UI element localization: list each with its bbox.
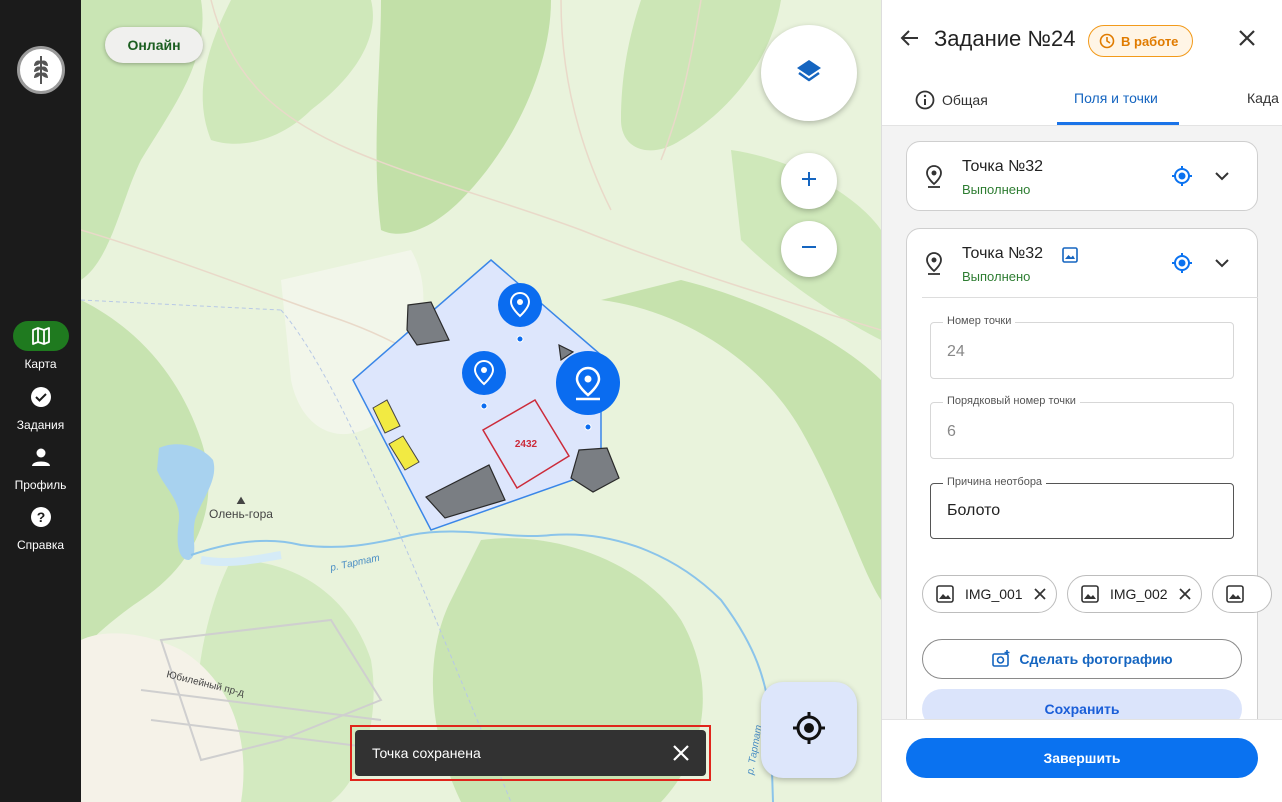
tab-general[interactable]: Общая [915, 90, 988, 110]
image-icon [1061, 246, 1079, 269]
online-status-chip[interactable]: Онлайн [105, 27, 203, 63]
tab-label: Када [1247, 90, 1279, 106]
close-icon[interactable] [1235, 26, 1259, 50]
chevron-down-icon[interactable] [1211, 165, 1233, 187]
tab-fields-points[interactable]: Поля и точки [1074, 90, 1158, 106]
person-icon [13, 442, 69, 472]
my-location-button[interactable] [761, 682, 857, 778]
nav-label-tasks: Задания [16, 418, 65, 432]
location-pin-icon [923, 251, 945, 275]
photo-chip-partial[interactable] [1212, 575, 1272, 613]
status-badge: В работе [1088, 25, 1194, 57]
back-arrow-icon[interactable] [898, 26, 922, 50]
tab-label: Общая [942, 92, 988, 108]
check-circle-icon [13, 382, 69, 412]
panel-header: Задание №24 В работе Общая Поля и точки … [882, 0, 1282, 126]
nav-item-tasks[interactable]: Задания [0, 382, 81, 432]
photo-chip-label: IMG_002 [1110, 586, 1168, 602]
clock-icon [1099, 33, 1115, 49]
chevron-down-icon[interactable] [1211, 252, 1233, 274]
zoom-out-button[interactable] [781, 221, 837, 277]
point-status: Выполнено [962, 182, 1031, 197]
photo-chip-label: IMG_001 [965, 586, 1023, 602]
status-badge-label: В работе [1121, 33, 1179, 49]
river-label: р. Тартат [328, 553, 380, 574]
layers-icon [794, 56, 824, 91]
layers-button[interactable] [761, 25, 857, 121]
nav-label-profile: Профиль [14, 478, 67, 492]
point-card[interactable]: Точка №32 Выполнено [906, 141, 1258, 211]
field-label: Причина неотбора [943, 476, 1047, 488]
field-value: Болото [947, 502, 1001, 519]
nav-label-map: Карта [24, 357, 57, 371]
tab-cadastre[interactable]: Када [1247, 90, 1279, 106]
reason-field[interactable]: Причина неотбора Болото [930, 476, 1234, 539]
close-icon[interactable] [1033, 587, 1047, 601]
side-navigation: Карта Задания Профиль ? Справка [0, 0, 81, 802]
zoom-in-button[interactable] [781, 153, 837, 209]
point-name: Точка №32 [962, 158, 1044, 175]
close-icon[interactable] [670, 742, 692, 764]
help-icon: ? [13, 502, 69, 532]
point-number-field: Номер точки 24 [930, 315, 1234, 379]
image-icon [936, 585, 954, 603]
nav-label-help: Справка [16, 538, 65, 552]
location-pin-icon [923, 164, 945, 188]
save-button[interactable]: Сохранить [922, 689, 1242, 719]
add-photo-icon [992, 650, 1010, 667]
image-icon [1226, 585, 1244, 603]
photo-chip[interactable]: IMG_002 [1067, 575, 1202, 613]
info-icon [915, 90, 935, 110]
nav-item-profile[interactable]: Профиль [0, 442, 81, 492]
tab-label: Поля и точки [1074, 90, 1158, 106]
place-label: Олень-гора [209, 507, 273, 521]
crosshair-icon [791, 710, 827, 751]
map-canvas[interactable]: 2432 ⛰ Олень-гора р. Тартат р. Тартат Юб… [81, 0, 881, 802]
take-photo-label: Сделать фотографию [1019, 651, 1173, 667]
locate-point-icon[interactable] [1171, 252, 1193, 274]
panel-footer: Завершить [882, 719, 1282, 802]
field-value: 24 [947, 343, 965, 360]
field-number-label: 2432 [515, 439, 538, 450]
point-name: Точка №32 [962, 245, 1044, 262]
nav-item-help[interactable]: ? Справка [0, 502, 81, 552]
minus-icon [800, 238, 818, 261]
finish-button[interactable]: Завершить [906, 738, 1258, 778]
card-divider [922, 297, 1258, 298]
plus-icon [800, 170, 818, 193]
field-value: 6 [947, 423, 956, 440]
order-number-field: Порядковый номер точки 6 [930, 395, 1234, 459]
svg-text:?: ? [36, 509, 45, 525]
svg-text:⛰: ⛰ [236, 495, 245, 507]
nav-item-map[interactable]: Карта [0, 321, 81, 371]
point-status: Выполнено [962, 269, 1031, 284]
task-panel: Задание №24 В работе Общая Поля и точки … [881, 0, 1282, 802]
field-label: Номер точки [943, 315, 1016, 327]
page-title: Задание №24 [934, 26, 1076, 51]
points-list[interactable]: Точка №32 Выполнено Точка №32 Выполнено [882, 126, 1282, 719]
locate-point-icon[interactable] [1171, 165, 1193, 187]
point-card-expanded[interactable]: Точка №32 Выполнено Номер точки 24 Поряд… [906, 228, 1272, 719]
take-photo-button[interactable]: Сделать фотографию [922, 639, 1242, 679]
wheat-logo-icon [17, 46, 65, 94]
image-icon [1081, 585, 1099, 603]
toast-highlight: Точка сохранена [350, 725, 711, 781]
field-label: Порядковый номер точки [943, 395, 1080, 407]
photo-chip[interactable]: IMG_001 [922, 575, 1057, 613]
snackbar: Точка сохранена [355, 730, 706, 776]
close-icon[interactable] [1178, 587, 1192, 601]
map-icon [12, 321, 69, 351]
active-tab-indicator [1057, 122, 1179, 125]
snackbar-text: Точка сохранена [372, 745, 481, 761]
map-view[interactable]: 2432 ⛰ Олень-гора р. Тартат р. Тартат Юб… [81, 0, 881, 802]
